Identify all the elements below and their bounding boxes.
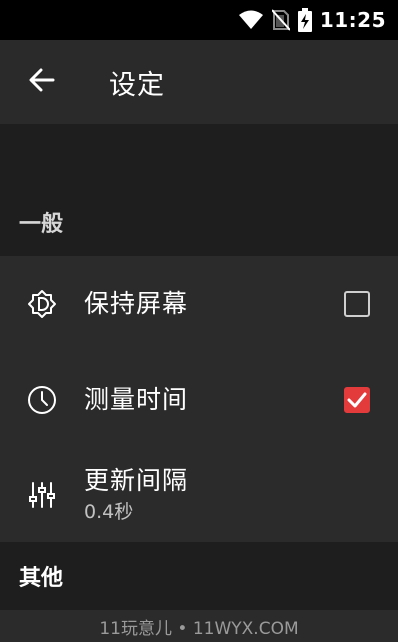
no-sim-icon: [271, 9, 290, 31]
arrow-back-icon: [29, 68, 55, 96]
setting-measure-time-text: 测量时间: [84, 385, 188, 415]
page-title: 设定: [109, 69, 165, 101]
settings-list: 保持屏幕 测量时间 更新间隔 0.4秒: [0, 256, 398, 542]
status-time: 11:25: [319, 8, 386, 32]
clock-icon: [26, 384, 58, 416]
setting-update-interval-value: 0.4秒: [84, 501, 134, 523]
watermark: 11玩意儿 • 11WYX.COM: [0, 610, 398, 642]
checkmark-icon: [347, 392, 367, 408]
app-bar: 设定: [0, 40, 398, 124]
section-title-other: 其他: [19, 566, 64, 591]
setting-update-interval[interactable]: 更新间隔 0.4秒: [0, 448, 398, 542]
setting-keep-screen-text: 保持屏幕: [84, 289, 188, 319]
setting-measure-time[interactable]: 测量时间: [0, 352, 398, 448]
back-button[interactable]: [21, 61, 63, 103]
status-icons: [238, 8, 312, 32]
setting-update-interval-title: 更新间隔: [84, 466, 189, 495]
setting-keep-screen[interactable]: 保持屏幕: [0, 256, 398, 352]
setting-keep-screen-title: 保持屏幕: [84, 289, 189, 318]
wifi-icon: [238, 10, 264, 30]
section-header-general: 一般: [0, 124, 398, 256]
section-header-other: 其他: [0, 542, 398, 610]
sliders-icon: [26, 479, 58, 511]
setting-update-interval-text: 更新间隔 0.4秒: [84, 466, 188, 524]
brightness-icon: [26, 288, 58, 320]
status-bar: 11:25: [0, 0, 398, 40]
section-title-general: 一般: [19, 212, 64, 237]
measure-time-checkbox[interactable]: [344, 387, 370, 413]
settings-screen: 11:25 设定 一般 保持屏幕 测量时间 更新间隔 0.4秒 其他 11玩意儿…: [0, 0, 398, 642]
battery-charging-icon: [297, 8, 312, 32]
setting-measure-time-title: 测量时间: [84, 385, 189, 414]
watermark-text: 11玩意儿 • 11WYX.COM: [99, 618, 299, 639]
keep-screen-checkbox[interactable]: [344, 291, 370, 317]
